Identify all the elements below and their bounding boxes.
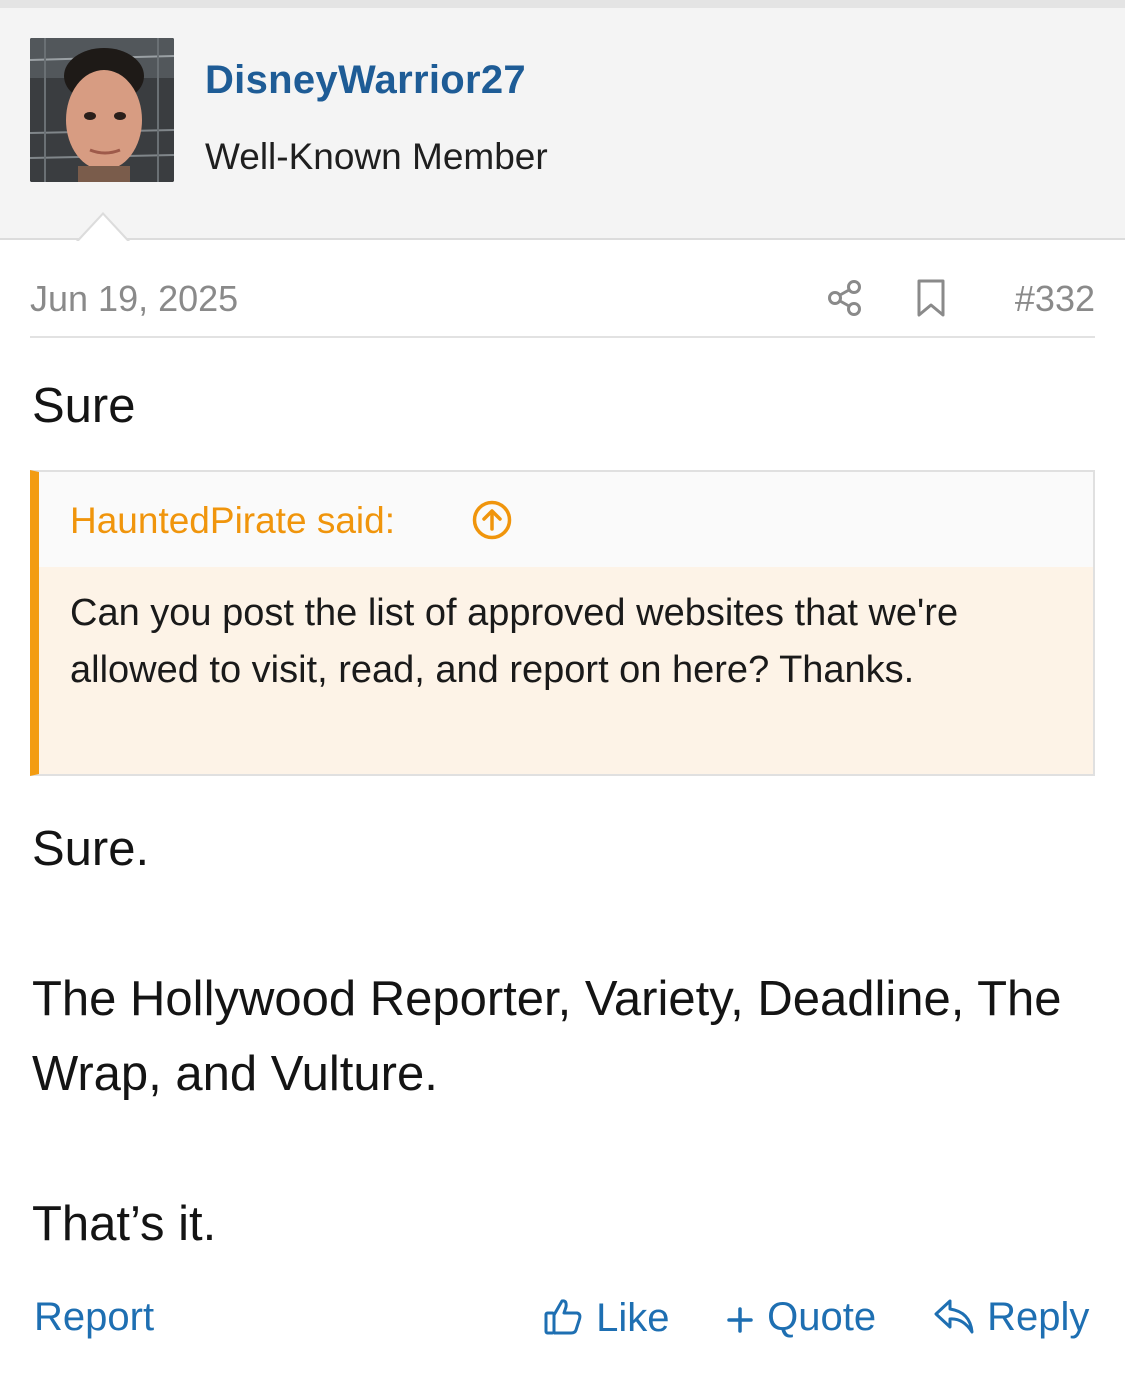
post-date[interactable]: Jun 19, 2025 — [30, 278, 238, 320]
quote-author[interactable]: HauntedPirate said: — [70, 500, 395, 542]
share-icon[interactable] — [825, 278, 865, 318]
thumbs-up-icon — [543, 1296, 585, 1340]
quote-text: Can you post the list of approved websit… — [70, 592, 959, 691]
plus-icon — [724, 1295, 756, 1339]
post-body-line: Sure. — [32, 822, 150, 876]
post-intro: Sure — [32, 379, 136, 433]
bookmark-icon[interactable] — [915, 278, 947, 318]
post-body: Sure. The Hollywood Reporter, Variety, D… — [32, 812, 1092, 1262]
quote-label: Quote — [767, 1295, 877, 1339]
header-pointer-inner — [78, 215, 128, 242]
user-header: DisneyWarrior27 Well-Known Member — [0, 8, 1125, 240]
report-button[interactable]: Report — [34, 1295, 154, 1340]
like-label: Like — [596, 1296, 670, 1340]
reply-button[interactable]: Reply — [932, 1295, 1089, 1340]
top-divider — [0, 0, 1125, 8]
reply-label: Reply — [987, 1295, 1090, 1339]
reply-arrow-icon — [932, 1295, 976, 1339]
username-link[interactable]: DisneyWarrior27 — [205, 58, 526, 103]
post-body-line: That’s it. — [32, 1197, 217, 1251]
report-label: Report — [34, 1295, 155, 1339]
post-actions: Report Like Quote Reply — [0, 1295, 1125, 1355]
post-number-link[interactable]: #332 — [1015, 278, 1095, 320]
avatar[interactable] — [30, 38, 174, 182]
post-body-line: The Hollywood Reporter, Variety, Deadlin… — [32, 972, 1062, 1101]
quote-block: HauntedPirate said: Can you post the lis… — [30, 470, 1095, 776]
up-arrow-circle-icon[interactable] — [471, 499, 513, 541]
quote-header[interactable]: HauntedPirate said: — [39, 472, 1093, 567]
quote-button[interactable]: Quote — [724, 1295, 876, 1340]
like-button[interactable]: Like — [543, 1295, 670, 1341]
user-title: Well-Known Member — [205, 136, 548, 177]
post-meta: Jun 19, 2025 #332 — [30, 270, 1095, 338]
quote-body: Can you post the list of approved websit… — [39, 567, 1093, 774]
